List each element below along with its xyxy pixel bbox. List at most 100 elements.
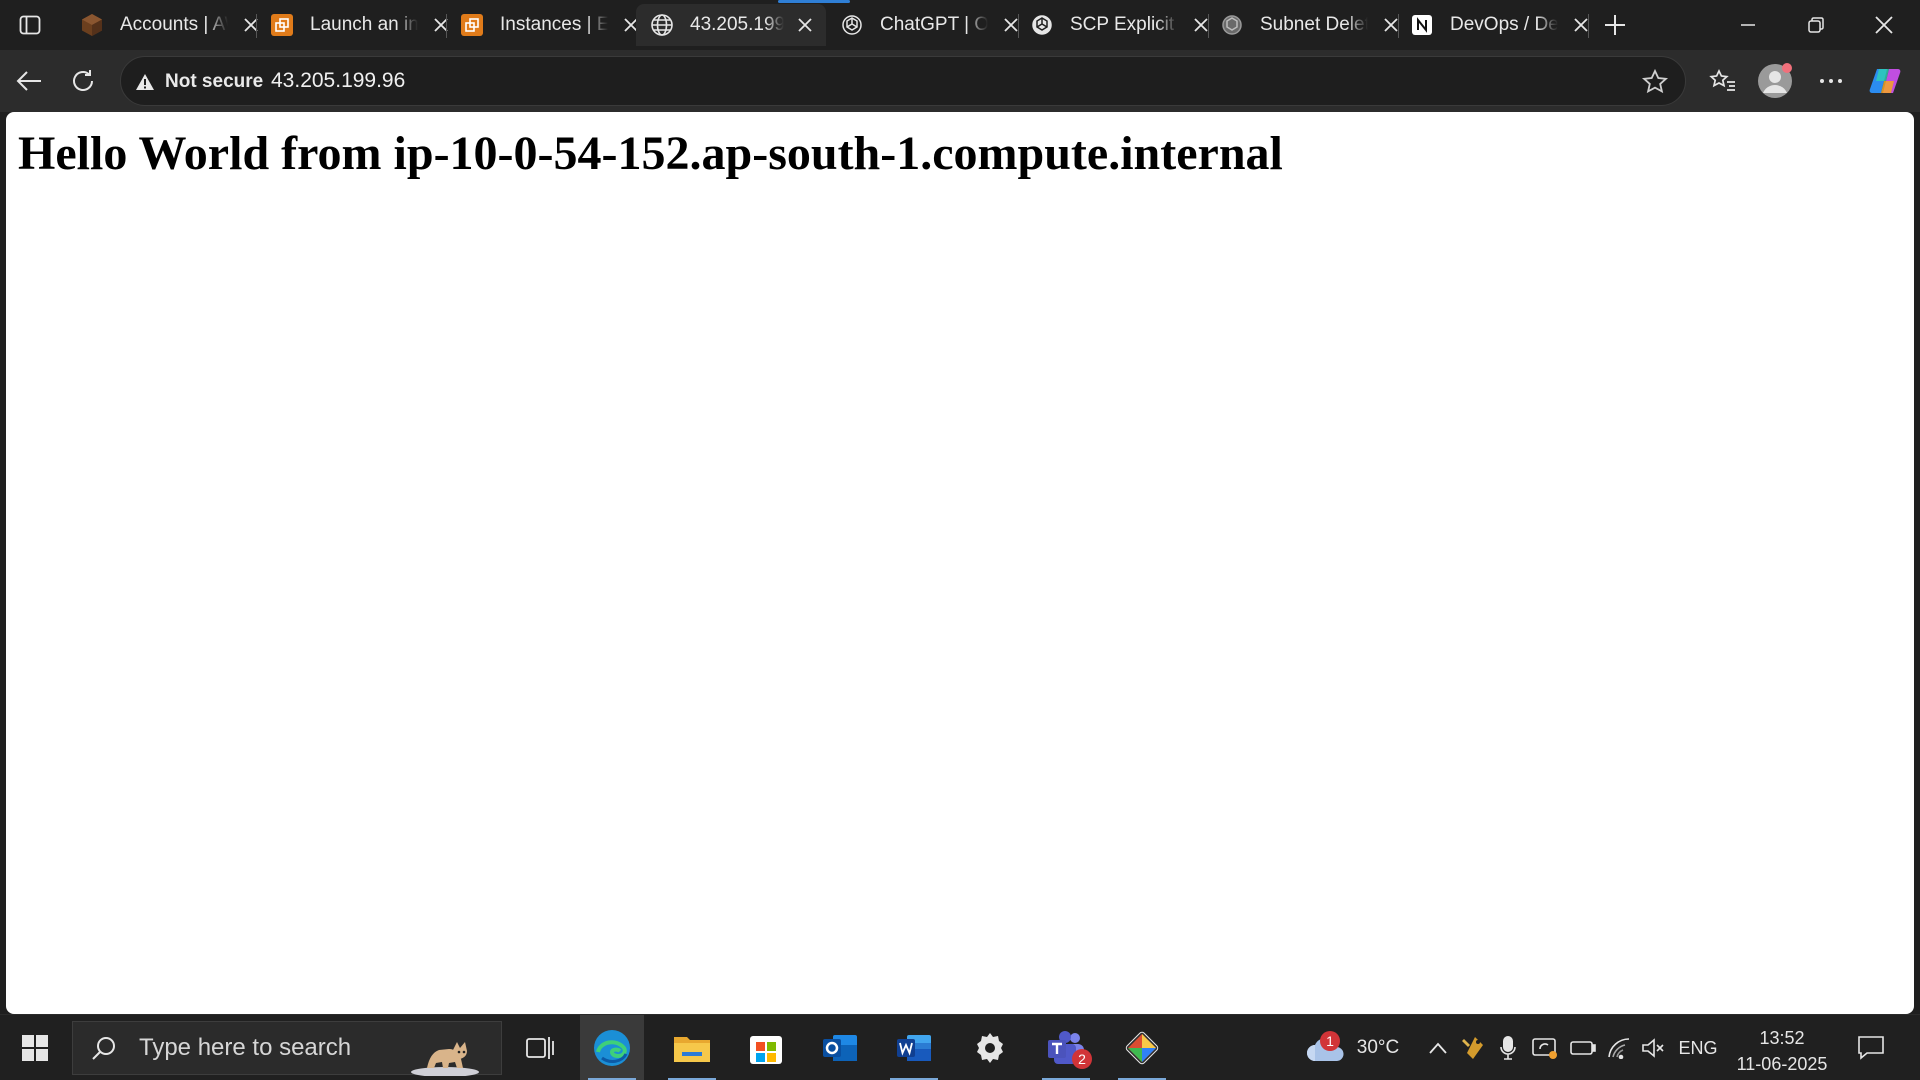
active-tab-indicator: [778, 0, 850, 3]
ec2-icon: [460, 13, 484, 37]
weather-alert-badge: 1: [1320, 1031, 1340, 1051]
taskbar-app-outlook[interactable]: [808, 1015, 872, 1080]
tab-title: DevOps / DevOps: [1450, 14, 1558, 35]
edge-browser-icon: [594, 1030, 630, 1066]
notification-chat-icon: [1858, 1036, 1884, 1060]
battery-icon: [1570, 1041, 1596, 1055]
site-info-button[interactable]: Not secure: [135, 69, 263, 95]
tab-chatgpt[interactable]: ChatGPT | OpenAI: [826, 4, 1034, 46]
address-bar[interactable]: Not secure 43.205.199.96: [120, 56, 1686, 106]
page-heading: Hello World from ip-10-0-54-152.ap-south…: [18, 127, 1283, 180]
folder-icon: [674, 1037, 710, 1062]
notifications-button[interactable]: [1846, 1015, 1896, 1080]
restore-button[interactable]: [1782, 0, 1850, 50]
page-viewport: Hello World from ip-10-0-54-152.ap-south…: [6, 112, 1914, 1014]
search-placeholder: Type here to search: [139, 1034, 352, 1061]
back-button[interactable]: [10, 63, 48, 99]
search-highlight-cat-illustration: [411, 1042, 479, 1076]
tab-strip: Accounts | AWS Launch an instance Instan…: [0, 0, 1920, 50]
speaker-muted-icon: [1642, 1038, 1664, 1058]
tab-actions-menu-button[interactable]: [10, 10, 50, 40]
tab-subnet-deletion[interactable]: Subnet Deletion: [1206, 4, 1414, 46]
tab-close-icon[interactable]: [794, 12, 817, 38]
close-window-button[interactable]: [1850, 0, 1918, 50]
aws-cube-icon: [80, 13, 104, 37]
show-hidden-icons-button[interactable]: [1424, 1015, 1452, 1080]
favorites-button[interactable]: [1704, 63, 1742, 99]
device-status-button[interactable]: [1530, 1015, 1560, 1080]
avatar-icon: [1758, 63, 1792, 98]
word-icon: [897, 1035, 931, 1061]
tab-scp-explicit[interactable]: SCP Explicit Deny: [1016, 4, 1224, 46]
tools-icon: [1462, 1037, 1483, 1059]
plus-icon: [1605, 15, 1625, 35]
reload-button[interactable]: [64, 63, 102, 99]
windows-taskbar: Type here to search 2 1 30°C ENG 13:52 1…: [0, 1014, 1920, 1080]
warning-triangle-icon: [136, 74, 154, 90]
tab-accounts-aws[interactable]: Accounts | AWS: [66, 4, 274, 46]
taskbar-app-git[interactable]: [1110, 1015, 1174, 1080]
minimize-button[interactable]: [1714, 0, 1782, 50]
tab-launch-instance[interactable]: Launch an instance: [256, 4, 464, 46]
taskbar-app-edge[interactable]: [580, 1015, 644, 1080]
taskbar-app-teams[interactable]: 2: [1034, 1015, 1098, 1080]
openai-icon: [840, 13, 864, 37]
clock-date: 11-06-2025: [1736, 1054, 1828, 1074]
network-button[interactable]: [1604, 1015, 1634, 1080]
taskbar-search-box[interactable]: Type here to search: [72, 1021, 502, 1076]
restore-icon: [1808, 17, 1824, 33]
weather-temperature: 30°C: [1356, 1037, 1400, 1058]
wifi-icon: [1608, 1038, 1630, 1059]
security-status-label: Not secure: [165, 71, 264, 92]
globe-icon: [650, 13, 674, 37]
copilot-icon: [1869, 69, 1901, 93]
tab-title: Subnet Deletion: [1260, 14, 1368, 35]
search-icon: [92, 1037, 115, 1060]
openai-icon: [1030, 13, 1054, 37]
task-view-button[interactable]: [508, 1015, 572, 1080]
task-view-icon: [526, 1037, 554, 1059]
tab-close-icon[interactable]: [1568, 12, 1594, 38]
close-icon: [1875, 16, 1893, 34]
tab-current-page[interactable]: 43.205.199.96: [636, 0, 850, 46]
profile-button[interactable]: [1756, 63, 1794, 99]
store-icon: [750, 1036, 782, 1064]
tab-devops-notion[interactable]: DevOps / DevOps: [1396, 4, 1604, 46]
display-update-icon: [1532, 1038, 1557, 1059]
taskbar-app-settings[interactable]: [958, 1015, 1022, 1080]
git-icon: [1125, 1031, 1159, 1065]
outlook-icon: [823, 1035, 857, 1061]
settings-more-button[interactable]: [1812, 63, 1850, 99]
copilot-button[interactable]: [1866, 63, 1904, 99]
minimize-icon: [1741, 24, 1755, 26]
chevron-up-icon: [1429, 1042, 1447, 1054]
tab-title: ChatGPT | OpenAI: [880, 14, 988, 35]
tab-title: Accounts | AWS: [120, 14, 228, 35]
clock-time: 13:52: [1759, 1028, 1805, 1048]
tab-title: Launch an instance: [310, 14, 418, 35]
favorite-star-icon[interactable]: [1641, 68, 1669, 96]
new-tab-button[interactable]: [1598, 9, 1632, 41]
tab-instances-ec2[interactable]: Instances | EC2: [446, 4, 654, 46]
notion-icon: [1410, 13, 1434, 37]
tray-tools-icon-button[interactable]: [1458, 1015, 1488, 1080]
weather-widget[interactable]: 1 30°C: [1292, 1015, 1412, 1080]
battery-button[interactable]: [1568, 1015, 1598, 1080]
volume-button[interactable]: [1638, 1015, 1668, 1080]
tab-title: Instances | EC2: [500, 14, 608, 35]
start-button[interactable]: [0, 1015, 70, 1080]
taskbar-app-word[interactable]: [882, 1015, 946, 1080]
microphone-button[interactable]: [1494, 1015, 1522, 1080]
favorites-list-icon: [1709, 69, 1735, 91]
taskbar-app-file-explorer[interactable]: [660, 1015, 724, 1080]
tab-actions-icon: [19, 15, 41, 35]
tab-title: 43.205.199.96: [690, 14, 784, 35]
microphone-icon: [1500, 1036, 1516, 1060]
tab-title: SCP Explicit Deny: [1070, 14, 1178, 35]
taskbar-app-store[interactable]: [734, 1015, 798, 1080]
more-horizontal-icon: [1820, 79, 1842, 83]
taskbar-clock[interactable]: 13:52 11-06-2025: [1726, 1025, 1838, 1077]
tab-separator: [1588, 14, 1589, 38]
input-language-button[interactable]: ENG: [1676, 1015, 1720, 1080]
url-text[interactable]: 43.205.199.96: [271, 69, 405, 93]
